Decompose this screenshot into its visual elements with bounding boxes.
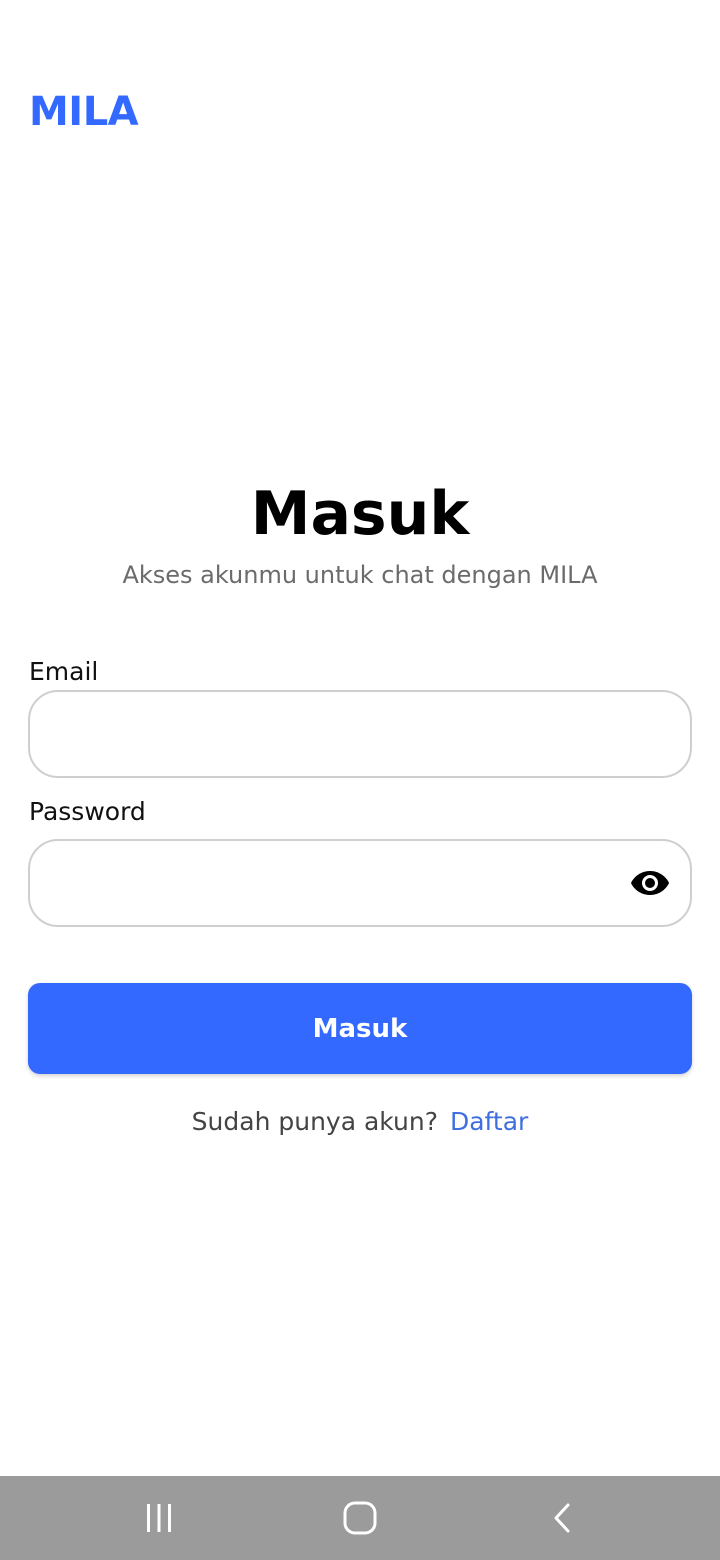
home-button[interactable] — [328, 1494, 392, 1542]
register-link[interactable]: Daftar — [450, 1107, 528, 1136]
eye-icon — [631, 871, 669, 895]
email-field[interactable] — [28, 690, 692, 778]
register-prompt: Sudah punya akun? Daftar — [0, 1105, 720, 1139]
login-screen: MILA Masuk Akses akunmu untuk chat denga… — [0, 0, 720, 1560]
back-button[interactable] — [530, 1494, 594, 1542]
recent-apps-button[interactable] — [127, 1494, 191, 1542]
page-subtitle: Akses akunmu untuk chat dengan MILA — [122, 561, 598, 589]
password-visibility-toggle[interactable] — [626, 863, 674, 903]
system-navigation-bar — [0, 1476, 720, 1560]
email-label: Email — [29, 657, 99, 686]
password-label: Password — [29, 797, 146, 826]
register-prompt-text: Sudah punya akun? — [191, 1107, 438, 1136]
back-icon — [554, 1503, 570, 1533]
page-title: Masuk — [250, 479, 470, 549]
recent-apps-icon — [147, 1504, 171, 1532]
home-icon — [343, 1501, 377, 1535]
password-field[interactable] — [28, 839, 692, 927]
brand-logo: MILA — [29, 89, 139, 135]
login-button[interactable]: Masuk — [28, 983, 692, 1074]
